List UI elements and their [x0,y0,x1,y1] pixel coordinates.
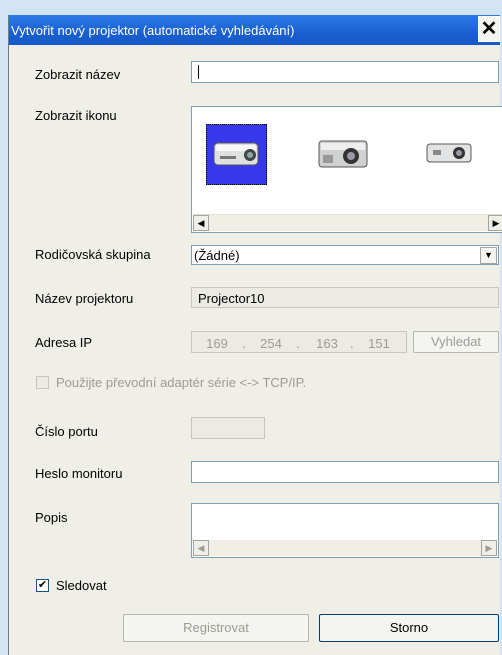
ip-octet-1: 169 [206,336,228,351]
projector-name-label: Název projektoru [35,291,134,306]
ip-octet-3: 163 [316,336,338,351]
projector-compact-icon[interactable] [425,139,475,167]
projector-large-icon[interactable] [317,135,371,171]
description-label: Popis [35,510,68,525]
monitor-checkbox[interactable]: ✔ [36,579,49,592]
close-icon[interactable]: ✕ [478,16,500,42]
search-button[interactable]: Vyhledat [413,331,499,353]
ip-octet-2: 254 [260,336,282,351]
display-icon-label: Zobrazit ikonu [35,108,117,123]
monitor-password-label: Heslo monitoru [35,466,123,481]
icon-scrollbar[interactable]: ◀ ▶ [193,214,502,231]
scroll-left-icon[interactable]: ◀ [193,540,209,556]
text-caret [198,65,199,79]
scroll-left-icon[interactable]: ◀ [193,215,209,231]
chevron-down-icon[interactable]: ▼ [480,247,497,264]
description-scrollbar[interactable]: ◀ ▶ [193,540,497,556]
parent-group-select[interactable]: (Žádné) ▼ [191,245,499,265]
scroll-right-icon[interactable]: ▶ [488,215,502,231]
display-name-input[interactable] [191,61,499,83]
ip-octet-4: 151 [368,336,390,351]
display-name-label: Zobrazit název [35,67,121,82]
serial-adapter-label: Použijte převodní adaptér série <-> TCP/… [56,375,307,390]
description-textarea[interactable]: ◀ ▶ [191,503,499,558]
cancel-button[interactable]: Storno [319,614,499,642]
projector-small-icon[interactable] [212,137,262,169]
port-label: Číslo portu [35,424,98,439]
window-title: Vytvořit nový projektor (automatické vyh… [11,23,295,38]
port-input[interactable] [191,417,265,439]
dialog-window: Vytvořit nový projektor (automatické vyh… [8,15,502,655]
icon-picker[interactable]: ◀ ▶ [191,106,502,233]
serial-adapter-checkbox[interactable] [36,376,49,389]
ip-address-field: 169 . 254 . 163 . 151 [191,331,407,353]
parent-group-value: (Žádné) [194,248,240,263]
parent-group-label: Rodičovská skupina [35,247,151,262]
projector-name-field: Projector10 [191,287,499,308]
title-bar: Vytvořit nový projektor (automatické vyh… [9,15,500,45]
ip-address-label: Adresa IP [35,335,93,350]
monitor-label: Sledovat [56,578,107,593]
register-button[interactable]: Registrovat [123,614,309,642]
scroll-right-icon[interactable]: ▶ [481,540,497,556]
monitor-password-input[interactable] [191,461,499,483]
